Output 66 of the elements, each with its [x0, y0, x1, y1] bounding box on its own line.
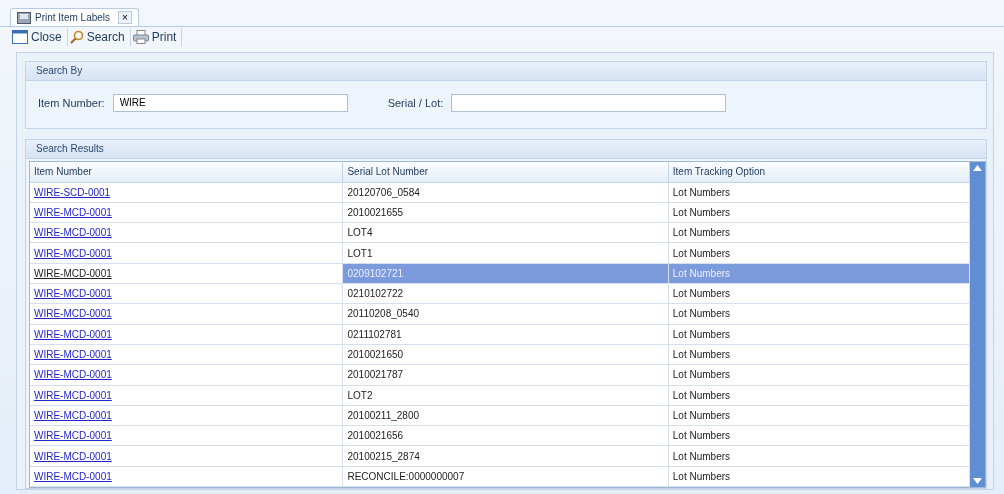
table-cell: LOT2 — [342, 385, 669, 406]
printer-icon — [17, 11, 31, 24]
item-link[interactable]: WIRE-MCD-0001 — [34, 450, 112, 462]
tab[interactable]: Print Item Labels × — [10, 8, 139, 27]
close-button[interactable]: Close — [10, 28, 68, 47]
scrollbar[interactable] — [970, 161, 985, 487]
input-field[interactable] — [451, 93, 727, 112]
item-link[interactable]: WIRE-MCD-0001 — [34, 389, 112, 401]
table-cell: LOT1 — [342, 242, 669, 264]
item-link[interactable]: WIRE-MCD-0001 — [34, 328, 112, 340]
item-link[interactable]: WIRE-SCD-0001 — [34, 186, 111, 198]
group-title: Search Results — [36, 143, 104, 155]
input-field[interactable]: WIRE — [112, 93, 348, 112]
table-cell: Lot Numbers — [668, 466, 970, 487]
table-cell: 2010021650 — [342, 344, 669, 365]
table-cell: Lot Numbers — [668, 445, 970, 467]
item-link[interactable]: WIRE-MCD-0001 — [34, 227, 112, 239]
table-cell: Lot Numbers — [668, 222, 970, 243]
table-cell: 0210102722 — [342, 283, 669, 304]
table-cell: 20100215_2874 — [342, 445, 669, 467]
table-cell: RECONCILE:0000000007 — [342, 466, 669, 487]
table-cell: Lot Numbers — [668, 283, 970, 304]
item-link[interactable]: WIRE-MCD-0001 — [34, 349, 112, 361]
table-cell: Lot Numbers — [668, 242, 970, 264]
group-title: Search By — [36, 65, 83, 77]
table-cell: Lot Numbers — [668, 344, 970, 365]
field-label: Serial / Lot: — [387, 96, 444, 109]
table-cell: Lot Numbers — [668, 405, 970, 426]
item-link[interactable]: WIRE-MCD-0001 — [34, 430, 112, 442]
table-cell: Lot Numbers — [668, 385, 970, 406]
table-cell: Lot Numbers — [668, 202, 970, 223]
scroll-down-icon[interactable] — [973, 478, 982, 484]
window-icon — [12, 30, 28, 45]
field-label: Item Number: — [38, 96, 105, 109]
table-cell: 20120706_0584 — [342, 182, 669, 203]
table-cell: 20100211_2800 — [342, 405, 669, 426]
printer-icon — [132, 30, 149, 45]
table-cell: 0209102721 — [342, 263, 669, 284]
item-link[interactable]: WIRE-MCD-0001 — [34, 369, 112, 381]
column-header[interactable]: Item Number — [30, 161, 343, 183]
item-link[interactable]: WIRE-MCD-0001 — [34, 207, 112, 218]
item-link[interactable]: WIRE-MCD-0001 — [34, 470, 112, 482]
close-button[interactable]: × — [118, 11, 132, 25]
table-cell: Lot Numbers — [668, 425, 970, 446]
table-cell: LOT4 — [342, 222, 669, 243]
table-cell: 2010021787 — [342, 364, 669, 385]
column-header[interactable]: Item Tracking Option — [668, 161, 970, 183]
search-icon — [69, 30, 84, 45]
table-cell: Lot Numbers — [668, 364, 970, 385]
table-cell: Lot Numbers — [668, 263, 970, 284]
scroll-up-icon[interactable] — [973, 164, 982, 171]
table-cell: 20110208_0540 — [342, 303, 669, 325]
item-link[interactable]: WIRE-MCD-0001 — [34, 267, 112, 279]
table-cell: 2010021656 — [342, 425, 669, 446]
item-link[interactable]: WIRE-MCD-0001 — [34, 409, 112, 421]
item-link[interactable]: WIRE-MCD-0001 — [34, 247, 112, 259]
table-cell: Lot Numbers — [668, 303, 970, 325]
print-button[interactable]: Print — [130, 28, 183, 47]
table-cell: 2010021655 — [342, 202, 669, 223]
table-cell: 0211102781 — [342, 324, 669, 345]
item-link[interactable]: WIRE-MCD-0001 — [34, 288, 112, 300]
item-link[interactable]: WIRE-MCD-0001 — [34, 308, 112, 320]
table-cell: Lot Numbers — [668, 182, 970, 203]
search-button[interactable]: Search — [67, 28, 131, 47]
column-header[interactable]: Serial Lot Number — [342, 161, 669, 183]
table-cell: Lot Numbers — [668, 324, 970, 345]
